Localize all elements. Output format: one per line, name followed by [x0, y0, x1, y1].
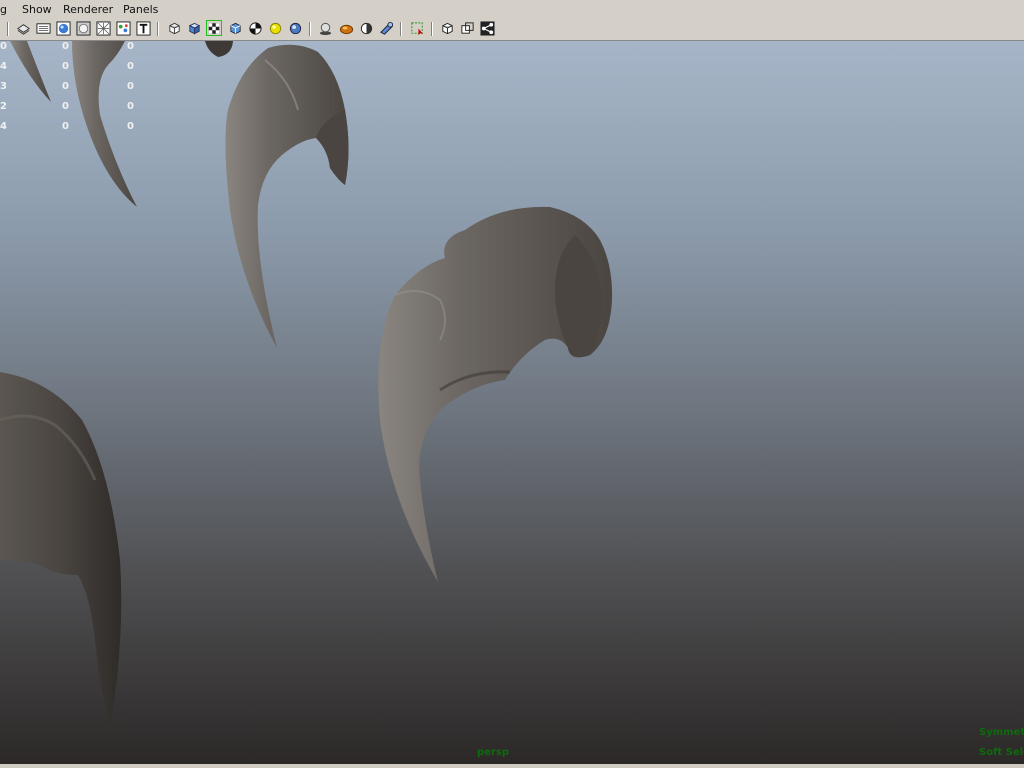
lit-sphere-icon[interactable] [267, 20, 283, 36]
hud-value: 0 [62, 41, 69, 52]
depth-of-field-icon[interactable] [378, 20, 394, 36]
toolbar-separator [309, 22, 311, 36]
shaded-cube-icon[interactable] [186, 20, 202, 36]
textured-cube-icon[interactable] [206, 20, 222, 36]
wireframe-icon[interactable] [95, 20, 111, 36]
claw-center-large[interactable] [378, 206, 613, 582]
claw-models [0, 41, 613, 728]
image-plane-icon[interactable] [35, 20, 51, 36]
hud-value: 0 [127, 81, 134, 92]
hud-icon[interactable] [479, 20, 495, 36]
claw-bottom-left[interactable] [0, 372, 122, 728]
hud-value: 0 [62, 121, 69, 132]
menu-panels[interactable]: Panels [123, 3, 158, 16]
shaded-sphere-icon[interactable] [55, 20, 71, 36]
panel-toolbar [0, 18, 1024, 41]
wireframe-cube-icon[interactable] [166, 20, 182, 36]
window-bottom-border [0, 764, 1024, 768]
hud-value: 0 [127, 61, 134, 72]
menu-show[interactable]: Show [22, 3, 52, 16]
hud-value: 0 [62, 81, 69, 92]
toolbar-separator [431, 22, 433, 36]
panel-menu-bar: g Show Renderer Panels [0, 0, 1024, 18]
grease-pencil-icon[interactable] [75, 20, 91, 36]
hud-label: 4 [0, 121, 7, 132]
ambient-occlusion-icon[interactable] [338, 20, 354, 36]
toolbar-separator [400, 22, 402, 36]
maya-viewport-window: g Show Renderer Panels 0 0 0 4 0 0 3 0 0… [0, 0, 1024, 768]
text-tool-icon[interactable] [135, 20, 151, 36]
claw-top-center[interactable] [225, 44, 349, 349]
hud-label: 2 [0, 101, 7, 112]
camera-attributes-icon[interactable] [15, 20, 31, 36]
xray-icon[interactable] [439, 20, 455, 36]
shaded-wireframe-cube-icon[interactable] [227, 20, 243, 36]
soft-select-status: Soft Sele [979, 747, 1024, 758]
default-light-icon[interactable] [287, 20, 303, 36]
hud-label: 3 [0, 81, 7, 92]
hud-label: 0 [0, 41, 7, 52]
toolbar-separator [7, 22, 9, 36]
symmetry-status: Symmetry [979, 727, 1024, 738]
toolbar-separator [157, 22, 159, 36]
hud-value: 0 [127, 121, 134, 132]
claw-small-left[interactable] [10, 41, 51, 102]
claw-top-left[interactable] [72, 41, 233, 207]
hud-value: 0 [127, 101, 134, 112]
camera-name-label: persp [477, 747, 509, 758]
hud-value: 0 [62, 101, 69, 112]
isolate-select-icon[interactable] [409, 20, 425, 36]
anti-alias-icon[interactable] [358, 20, 374, 36]
hud-value: 0 [62, 61, 69, 72]
menu-lighting[interactable]: g [0, 3, 7, 16]
checker-texture-icon[interactable] [247, 20, 263, 36]
shadows-icon[interactable] [317, 20, 333, 36]
menu-renderer[interactable]: Renderer [63, 3, 113, 16]
perspective-viewport[interactable]: 0 0 0 4 0 0 3 0 0 2 0 0 4 0 0 persp Symm… [0, 41, 1024, 764]
smooth-shade-icon[interactable] [115, 20, 131, 36]
hud-label: 4 [0, 61, 7, 72]
hud-value: 0 [127, 41, 134, 52]
xray-joints-icon[interactable] [459, 20, 475, 36]
